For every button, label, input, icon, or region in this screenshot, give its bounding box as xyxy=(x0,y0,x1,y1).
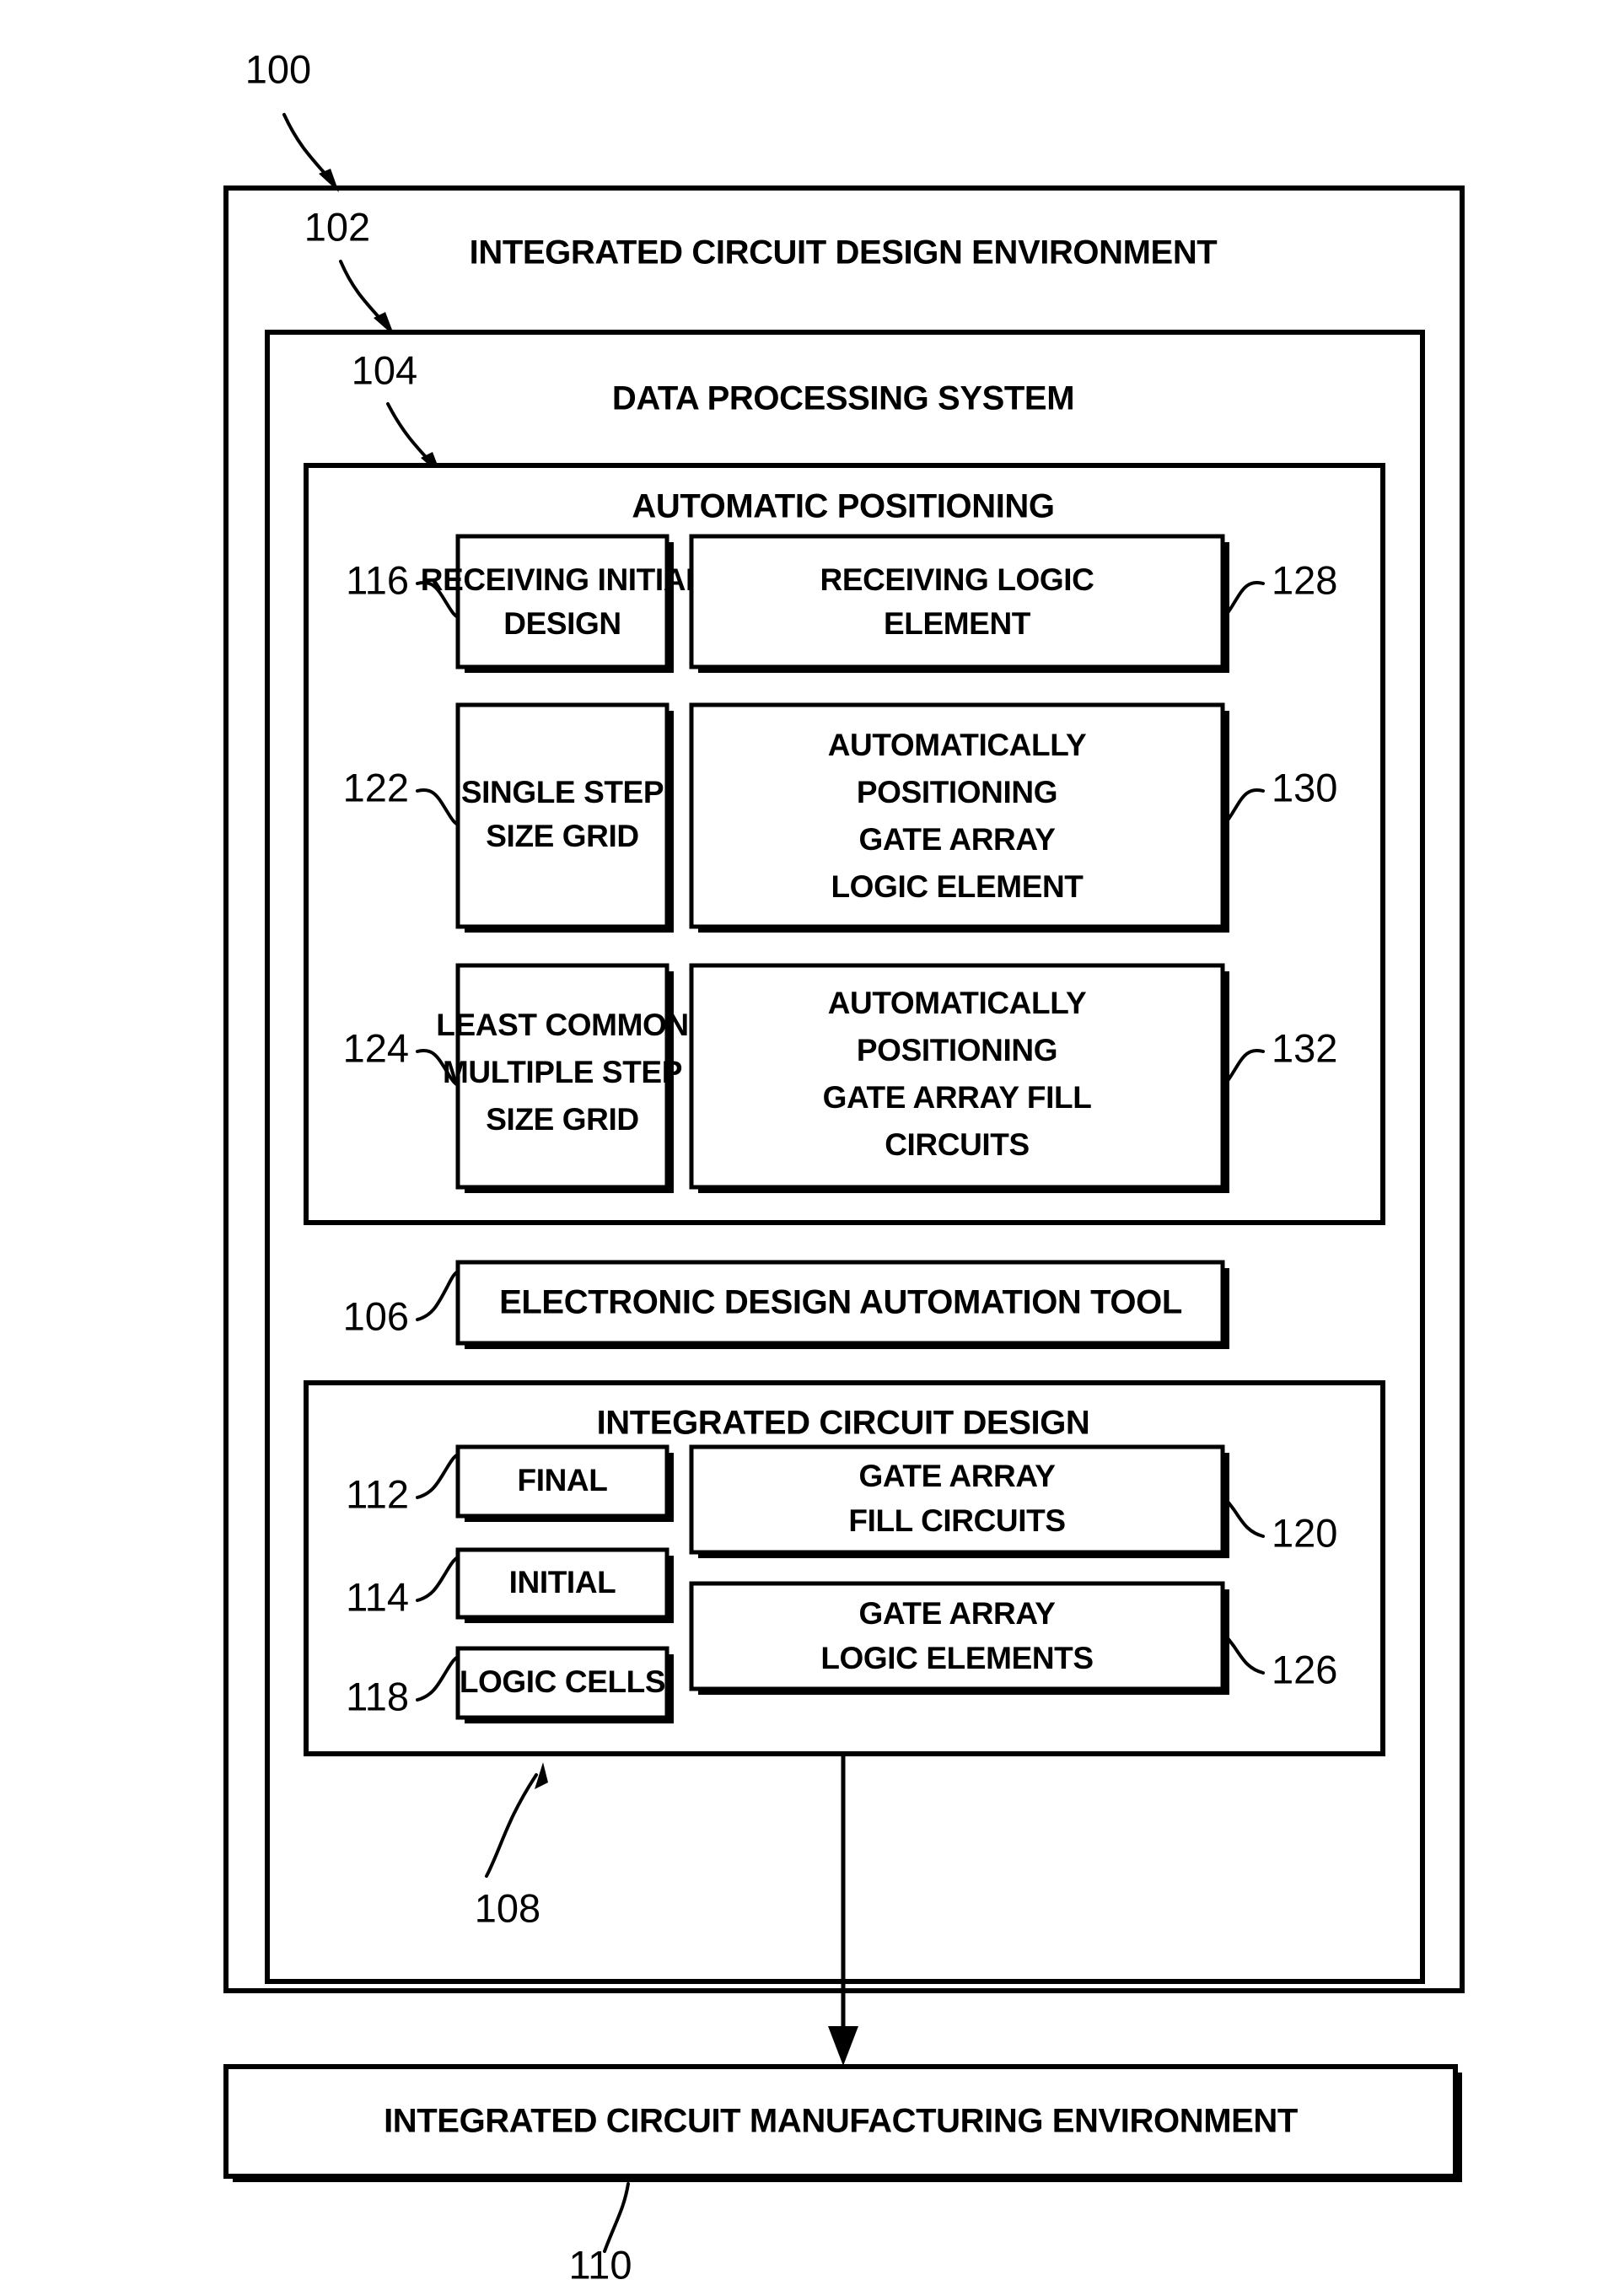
label-auto-positioning-gate-array-logic-element-line1: AUTOMATICALLY xyxy=(828,728,1087,762)
reference-numeral-116: 116 xyxy=(346,557,409,602)
reference-numeral-128: 128 xyxy=(1272,557,1337,602)
reference-numeral-112: 112 xyxy=(346,1471,409,1516)
label-initial-design: INITIAL xyxy=(509,1565,616,1600)
label-gate-array-logic-elements-line2: LOGIC ELEMENTS xyxy=(820,1641,1093,1675)
reference-numeral-104: 104 xyxy=(352,347,417,392)
reference-numeral-100: 100 xyxy=(245,46,311,91)
label-auto-positioning-fill-circuits-line4: CIRCUITS xyxy=(885,1127,1030,1162)
reference-numeral-114: 114 xyxy=(346,1574,409,1619)
reference-numeral-108: 108 xyxy=(475,1885,540,1930)
reference-numeral-118: 118 xyxy=(346,1674,409,1718)
reference-numeral-122: 122 xyxy=(343,765,409,809)
label-gate-array-logic-elements-line1: GATE ARRAY xyxy=(858,1596,1056,1631)
label-auto-positioning-gate-array-logic-element-line2: POSITIONING xyxy=(857,775,1057,809)
automatic-positioning-title: AUTOMATIC POSITIONING xyxy=(632,488,1054,525)
label-auto-positioning-gate-array-logic-element-line3: GATE ARRAY xyxy=(858,822,1056,857)
reference-numeral-106: 106 xyxy=(343,1293,409,1338)
label-gate-array-fill-circuits-line1: GATE ARRAY xyxy=(858,1459,1056,1493)
reference-numeral-102: 102 xyxy=(304,204,370,249)
patent-figure: 100 INTEGRATED CIRCUIT DESIGN ENVIRONMEN… xyxy=(0,0,1624,2285)
label-gate-array-fill-circuits-line2: FILL CIRCUITS xyxy=(848,1503,1065,1538)
reference-leader-110 xyxy=(603,2182,630,2253)
box-receiving-initial-design[interactable] xyxy=(455,534,674,673)
label-auto-positioning-fill-circuits-line2: POSITIONING xyxy=(857,1033,1057,1067)
label-single-step-size-grid-line1: SINGLE STEP xyxy=(461,775,664,809)
reference-leader-100 xyxy=(282,113,339,192)
label-single-step-size-grid-line2: SIZE GRID xyxy=(486,819,638,853)
box-receiving-logic-element[interactable] xyxy=(689,534,1229,673)
label-least-common-multiple-line2: MULTIPLE STEP xyxy=(443,1055,682,1089)
reference-numeral-130: 130 xyxy=(1272,765,1337,809)
label-final-design: FINAL xyxy=(518,1463,608,1497)
label-manufacturing-environment: INTEGRATED CIRCUIT MANUFACTURING ENVIRON… xyxy=(384,2103,1298,2140)
reference-numeral-126: 126 xyxy=(1272,1647,1337,1691)
label-receiving-logic-element-line1: RECEIVING LOGIC xyxy=(820,562,1094,597)
label-least-common-multiple-line1: LEAST COMMON xyxy=(436,1008,688,1042)
label-logic-cells: LOGIC CELLS xyxy=(460,1664,665,1699)
label-receiving-logic-element-line2: ELEMENT xyxy=(884,606,1031,641)
label-auto-positioning-fill-circuits-line3: GATE ARRAY FILL xyxy=(823,1080,1092,1115)
reference-numeral-120: 120 xyxy=(1272,1510,1337,1555)
label-least-common-multiple-line3: SIZE GRID xyxy=(486,1102,638,1137)
reference-numeral-132: 132 xyxy=(1272,1025,1337,1070)
ic-design-environment-title: INTEGRATED CIRCUIT DESIGN ENVIRONMENT xyxy=(470,234,1218,272)
label-auto-positioning-fill-circuits-line1: AUTOMATICALLY xyxy=(828,986,1087,1020)
label-receiving-initial-design-line1: RECEIVING INITIAL xyxy=(421,562,705,597)
data-processing-system-title: DATA PROCESSING SYSTEM xyxy=(612,380,1074,417)
reference-numeral-124: 124 xyxy=(343,1025,409,1070)
integrated-circuit-design-title: INTEGRATED CIRCUIT DESIGN xyxy=(597,1405,1090,1442)
label-auto-positioning-gate-array-logic-element-line4: LOGIC ELEMENT xyxy=(831,869,1084,904)
reference-numeral-110: 110 xyxy=(569,2242,632,2285)
label-receiving-initial-design-line2: DESIGN xyxy=(503,606,621,641)
label-electronic-design-automation-tool: ELECTRONIC DESIGN AUTOMATION TOOL xyxy=(499,1284,1182,1321)
